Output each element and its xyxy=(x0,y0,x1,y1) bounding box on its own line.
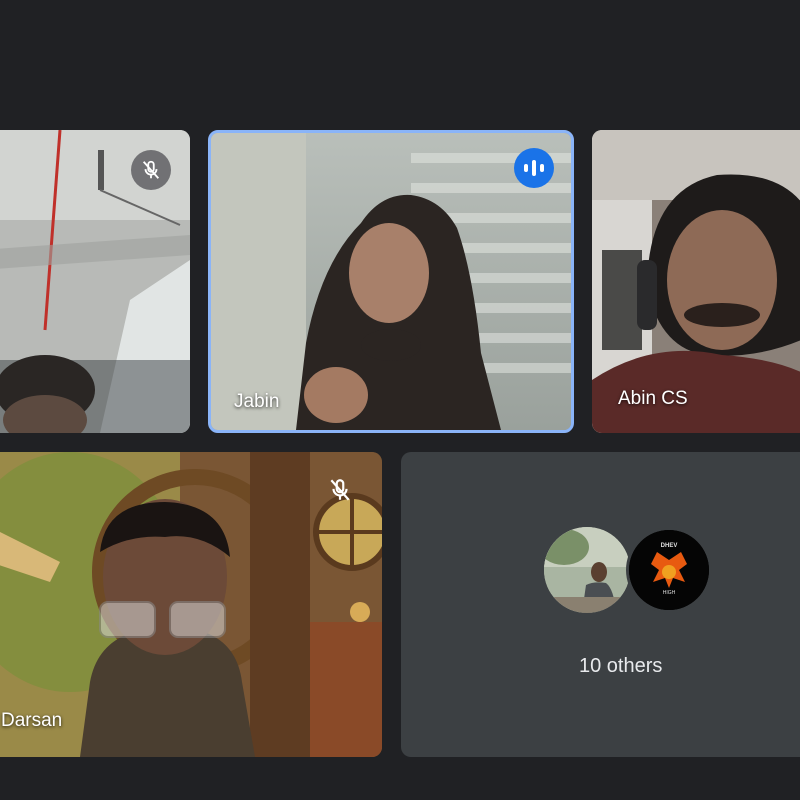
mic-off-icon xyxy=(327,477,355,505)
participant-name: Abin CS xyxy=(618,388,688,409)
logo-text-bottom: HIGH xyxy=(662,590,676,596)
participant-name: Jabin xyxy=(234,391,280,412)
participant-tile-jabin[interactable]: Jabin xyxy=(208,130,574,433)
audio-bars-icon xyxy=(514,148,554,188)
others-count-label: 10 others xyxy=(579,655,663,677)
participant-name: Darsan xyxy=(1,710,63,731)
others-tile[interactable]: DHEV HIGH 10 others xyxy=(401,452,800,757)
participant-avatar xyxy=(544,527,630,613)
logo-text-top: DHEV xyxy=(660,543,678,549)
dhev-logo-avatar: DHEV HIGH xyxy=(626,527,712,613)
mic-off-icon xyxy=(131,150,171,190)
meeting-grid: Jabin Abin CS Darsan DHEV HIGH 10 others xyxy=(0,0,800,800)
participant-tile-1[interactable] xyxy=(0,130,190,433)
participant-tile-darsan[interactable]: Darsan xyxy=(0,452,382,757)
participant-tile-abin-cs[interactable]: Abin CS xyxy=(592,130,800,433)
